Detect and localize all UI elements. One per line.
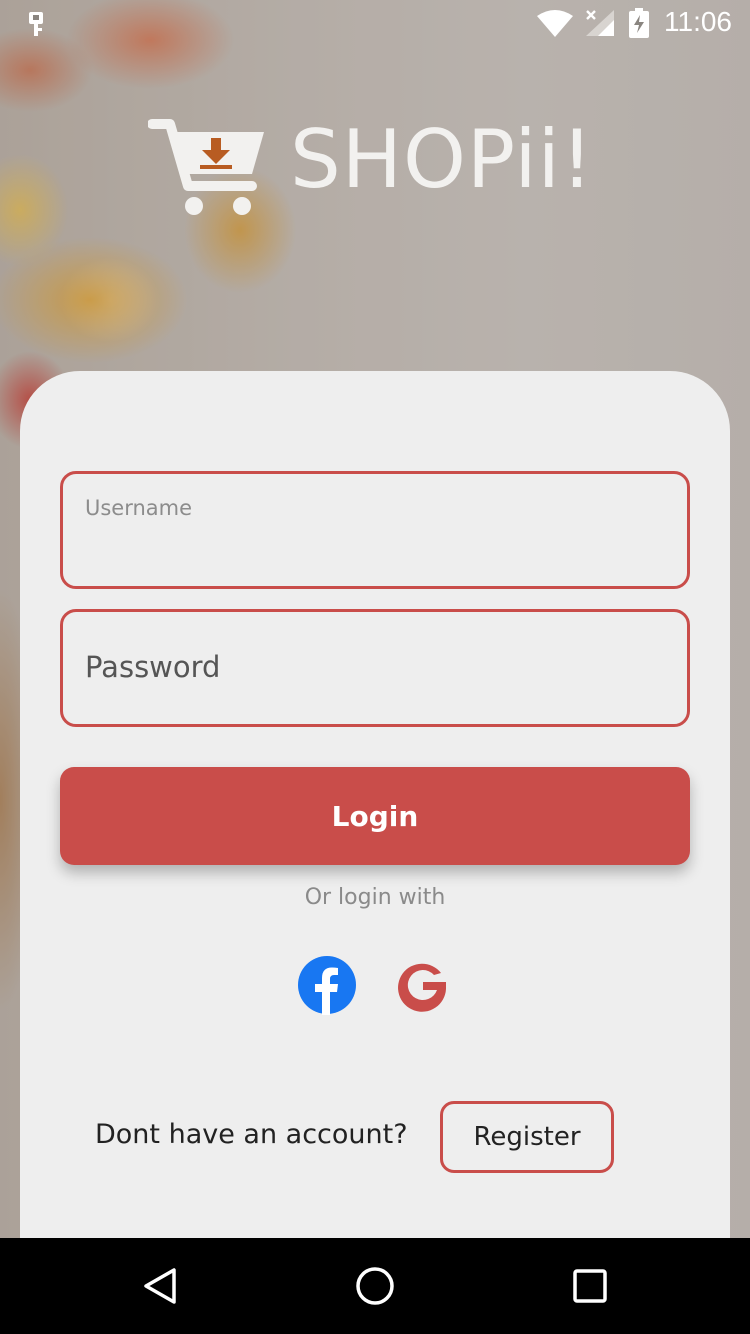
username-field[interactable]: Username <box>60 471 690 589</box>
brand-name: SHOPii! <box>290 113 594 206</box>
brand-logo: SHOPii! <box>148 110 608 220</box>
back-icon[interactable] <box>140 1266 180 1306</box>
home-icon[interactable] <box>354 1265 396 1307</box>
no-account-text: Dont have an account? <box>95 1119 408 1150</box>
facebook-icon[interactable] <box>297 955 357 1015</box>
wifi-icon <box>537 10 573 37</box>
cart-download-icon <box>148 119 264 215</box>
key-icon <box>29 12 43 36</box>
register-button[interactable]: Register <box>440 1101 614 1173</box>
login-button[interactable]: Login <box>60 767 690 865</box>
recent-apps-icon[interactable] <box>572 1268 608 1304</box>
username-label: Username <box>85 496 193 520</box>
google-icon[interactable] <box>392 955 452 1015</box>
navigation-bar <box>0 1238 750 1334</box>
status-bar: 11:06 <box>0 0 750 48</box>
password-placeholder: Password <box>85 650 221 684</box>
status-time: 11:06 <box>664 6 732 37</box>
login-card: Username Password Login Or login with Do… <box>20 371 730 1238</box>
signal-icon <box>586 10 614 36</box>
or-login-with-text: Or login with <box>304 885 446 910</box>
battery-charging-icon <box>629 8 649 38</box>
password-field[interactable]: Password <box>60 609 690 727</box>
